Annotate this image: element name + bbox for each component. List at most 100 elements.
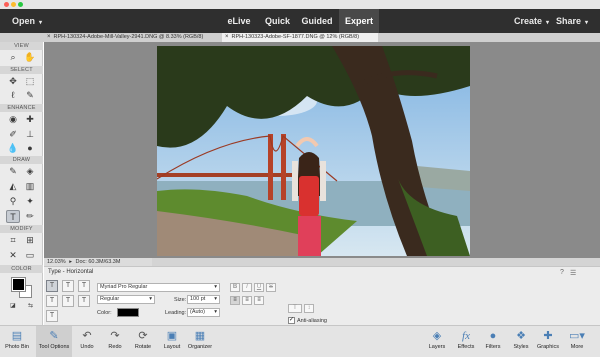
eyedropper-tool-icon[interactable]: ⚲ <box>6 195 20 208</box>
text-on-shape-icon[interactable]: T <box>78 295 90 307</box>
chevron-down-icon: ▾ <box>149 296 152 302</box>
filters-icon: ● <box>489 330 497 342</box>
align-center-icon[interactable]: ≡ <box>242 296 252 305</box>
photo-bin-button[interactable]: ▤ Photo Bin <box>2 326 32 357</box>
pencil-tool-icon[interactable]: ✏ <box>23 210 37 223</box>
leading-label: Leading: <box>165 310 187 316</box>
close-tab-icon[interactable]: × <box>225 34 229 40</box>
minimize-window-button[interactable] <box>11 2 16 7</box>
section-modify: MODIFY <box>0 225 43 233</box>
layers-icon: ◈ <box>432 330 442 342</box>
warp-text-icon[interactable]: T <box>288 304 302 313</box>
underline-button[interactable]: U <box>254 283 264 292</box>
move-tool-icon[interactable]: ✥ <box>6 75 20 88</box>
align-left-icon[interactable]: ≡ <box>230 296 240 305</box>
bottom-task-bar: ▤ Photo Bin ✎ Tool Options ↶ Undo ↷ Redo ⟳ Ro… <box>0 325 600 357</box>
zoom-level-readout[interactable]: 12.03% <box>47 259 66 265</box>
font-family-select[interactable]: Myriad Pro Regular ▾ <box>97 283 220 292</box>
section-draw: DRAW <box>0 156 43 164</box>
text-color-swatch[interactable] <box>117 308 139 317</box>
close-window-button[interactable] <box>4 2 9 7</box>
help-icon[interactable]: ? <box>560 269 564 276</box>
text-orientation-icon[interactable]: ↕ <box>304 304 314 313</box>
hand-tool-icon[interactable]: ✋ <box>23 51 37 64</box>
styles-icon: ❖ <box>516 330 526 342</box>
type-horizontal-mask-icon[interactable]: T <box>78 280 90 292</box>
text-on-path-icon[interactable]: T <box>46 310 58 322</box>
eraser-tool-icon[interactable]: ◈ <box>23 165 37 178</box>
horizontal-scrollbar[interactable] <box>152 258 600 266</box>
quick-selection-tool-icon[interactable]: ✎ <box>23 89 37 102</box>
rotate-button[interactable]: ⟳ Rotate <box>131 326 155 357</box>
layout-button[interactable]: ▣ Layout <box>160 326 184 357</box>
foreground-color-swatch[interactable] <box>11 277 26 292</box>
mode-expert-tab[interactable]: Expert <box>339 9 379 33</box>
font-style-select[interactable]: Regular ▾ <box>97 295 155 304</box>
bold-button[interactable]: B <box>230 283 240 292</box>
close-tab-icon[interactable]: × <box>47 34 51 40</box>
document-tab-mill-valley[interactable]: × RPH-130324-Adobe-Mill-Valley-2941.DNG @… <box>44 33 221 42</box>
redo-button[interactable]: ↷ Redo <box>104 326 126 357</box>
paint-bucket-tool-icon[interactable]: ◭ <box>6 180 20 193</box>
strikethrough-button[interactable]: S <box>266 283 276 292</box>
text-on-selection-icon[interactable]: T <box>62 295 74 307</box>
styles-button[interactable]: ❖ Styles <box>509 326 533 357</box>
default-colors-icon[interactable]: ◪ <box>10 302 16 309</box>
lasso-tool-icon[interactable]: ℓ <box>6 89 20 102</box>
status-arrow-icon[interactable]: ▸ <box>69 259 72 265</box>
chevron-down-icon: ▾ <box>546 20 550 26</box>
status-bar: 12.03% ▸ Doc: 60.3M/63.3M <box>44 258 152 266</box>
clone-stamp-tool-icon[interactable]: ⊥ <box>23 128 37 141</box>
crop-tool-icon[interactable]: ⌗ <box>6 234 20 247</box>
redo-icon: ↷ <box>110 330 120 342</box>
zoom-tool-icon[interactable]: ⌕ <box>6 51 20 64</box>
align-right-icon[interactable]: ≡ <box>254 296 264 305</box>
type-vertical-icon[interactable]: T <box>62 280 74 292</box>
document-tab-sf[interactable]: × RPH-130323-Adobe-SF-1877.DNG @ 12% (RGB… <box>222 33 378 42</box>
zoom-window-button[interactable] <box>18 2 23 7</box>
recompose-tool-icon[interactable]: ⊞ <box>23 234 37 247</box>
panel-menu-icon[interactable]: ☰ <box>570 269 576 277</box>
mode-elive-tab[interactable]: eLive <box>219 9 259 33</box>
mode-guided-tab[interactable]: Guided <box>296 9 338 33</box>
section-enhance: ENHANCE <box>0 104 43 112</box>
type-tool-icon[interactable]: T <box>6 210 20 223</box>
leading-field[interactable]: (Auto) ▾ <box>187 308 220 317</box>
font-size-field[interactable]: 100 pt ▾ <box>187 295 220 304</box>
filters-button[interactable]: ● Filters <box>481 326 505 357</box>
section-view: VIEW <box>0 42 43 50</box>
effects-button[interactable]: fx Effects <box>454 326 478 357</box>
size-label: Size: <box>174 297 187 303</box>
blur-tool-icon[interactable]: 💧 <box>6 142 20 155</box>
layers-button[interactable]: ◈ Layers <box>425 326 449 357</box>
red-eye-tool-icon[interactable]: ◉ <box>6 113 20 126</box>
marquee-tool-icon[interactable]: ⬚ <box>23 75 37 88</box>
anti-aliasing-checkbox[interactable]: ✓ <box>288 317 295 324</box>
document-photo[interactable] <box>157 46 470 256</box>
smart-brush-tool-icon[interactable]: ✐ <box>6 128 20 141</box>
photo-bin-icon: ▤ <box>11 330 23 342</box>
tool-options-panel: Type - Horizontal T T T T T T T Myriad P… <box>44 266 600 325</box>
more-button[interactable]: ▭▾ More <box>566 326 588 357</box>
share-menu[interactable]: Share ▾ <box>556 9 588 33</box>
mode-quick-tab[interactable]: Quick <box>259 9 296 33</box>
type-vertical-mask-icon[interactable]: T <box>46 295 58 307</box>
type-horizontal-icon[interactable]: T <box>46 280 58 292</box>
organizer-button[interactable]: ▦ Organizer <box>186 326 214 357</box>
chevron-down-icon: ▾ <box>214 296 217 302</box>
tool-options-button[interactable]: ✎ Tool Options <box>36 326 72 357</box>
graphics-button[interactable]: ✚ Graphics <box>535 326 561 357</box>
straighten-tool-icon[interactable]: ▭ <box>23 249 37 262</box>
sponge-tool-icon[interactable]: ● <box>23 142 37 155</box>
create-menu[interactable]: Create ▾ <box>514 9 549 33</box>
swap-colors-icon[interactable]: ⇆ <box>28 302 33 309</box>
brush-tool-icon[interactable]: ✎ <box>6 165 20 178</box>
document-size-readout: Doc: 60.3M/63.3M <box>75 259 121 265</box>
open-menu[interactable]: Open ▾ <box>12 9 42 33</box>
italic-button[interactable]: I <box>242 283 252 292</box>
gradient-tool-icon[interactable]: ▥ <box>23 180 37 193</box>
spot-healing-tool-icon[interactable]: ✚ <box>23 113 37 126</box>
undo-button[interactable]: ↶ Undo <box>76 326 98 357</box>
custom-shape-tool-icon[interactable]: ✦ <box>23 195 37 208</box>
content-aware-move-tool-icon[interactable]: ✕ <box>6 249 20 262</box>
